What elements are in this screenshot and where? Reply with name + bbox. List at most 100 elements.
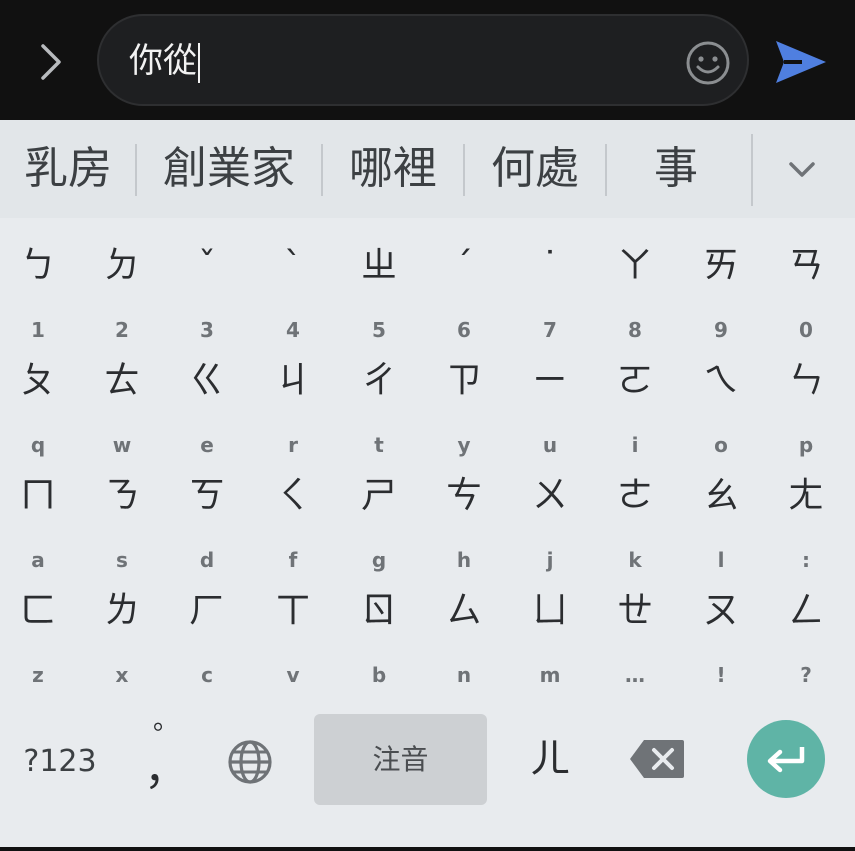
keyboard-key[interactable]: ㄔt: [337, 341, 421, 457]
keyboard-key[interactable]: ㄕg: [337, 456, 421, 572]
keyboard-key[interactable]: ㄛi: [593, 341, 677, 457]
punctuation-key[interactable]: 。 ，: [138, 706, 194, 816]
keyboard-key[interactable]: ㄐr: [251, 341, 335, 457]
globe-icon: [228, 740, 272, 784]
keyboard-key[interactable]: ㄒv: [251, 571, 335, 687]
keyboard-key[interactable]: ㄢ0: [764, 226, 848, 342]
message-input-text[interactable]: 你從: [129, 38, 200, 84]
key-sub-label: d: [199, 548, 215, 572]
key-main-label: ㄍ: [188, 360, 225, 401]
expand-suggestions-button[interactable]: [772, 144, 832, 196]
key-sub-label: p: [798, 433, 814, 457]
keyboard-key[interactable]: ㄥ?: [764, 571, 848, 687]
suggestion-item[interactable]: 何處: [473, 120, 597, 218]
keyboard-key[interactable]: ㄞ9: [679, 226, 763, 342]
key-main-label: ㄟ: [702, 360, 739, 401]
keyboard-key[interactable]: ㄝ…: [593, 571, 677, 687]
keyboard-key[interactable]: ㄊw: [80, 341, 164, 457]
key-main-label: ㄚ: [616, 245, 653, 286]
keyboard-key[interactable]: ㄆq: [0, 341, 80, 457]
key-sub-label: k: [628, 548, 642, 572]
keyboard-key[interactable]: ㄗy: [422, 341, 506, 457]
key-sub-label: z: [32, 663, 44, 687]
symbols-key[interactable]: ?123: [16, 736, 104, 788]
key-main-label: ㄠ: [702, 475, 739, 516]
enter-key[interactable]: [747, 720, 825, 798]
keyboard-key[interactable]: ˊ6: [422, 226, 506, 342]
keyboard-key[interactable]: ㄣp: [764, 341, 848, 457]
keyboard-key[interactable]: ㄅ1: [0, 226, 80, 342]
keyboard-key[interactable]: ㄏc: [165, 571, 249, 687]
key-main-label: ㄅ: [19, 245, 56, 286]
keyboard-key[interactable]: ㄎd: [165, 456, 249, 572]
er-key[interactable]: ㄦ: [510, 728, 590, 790]
keyboard-key[interactable]: ㄉ2: [80, 226, 164, 342]
key-sub-label: 9: [714, 318, 728, 342]
key-main-label: ˋ: [284, 245, 302, 286]
keyboard-key[interactable]: ㄖb: [337, 571, 421, 687]
key-main-label: ㄤ: [787, 475, 824, 516]
keyboard-key[interactable]: ˇ3: [165, 226, 249, 342]
message-input[interactable]: 你從: [97, 14, 749, 106]
keyboard-key[interactable]: ㄧu: [508, 341, 592, 457]
suggestion-item[interactable]: 哪裡: [331, 120, 455, 218]
keyboard-key[interactable]: ㄙn: [422, 571, 506, 687]
keyboard-key[interactable]: ˋ4: [251, 226, 335, 342]
key-main-label: ㄇ: [19, 475, 56, 516]
key-sub-label: r: [288, 433, 298, 457]
keyboard-key[interactable]: ㄤ:: [764, 456, 848, 572]
key-sub-label: t: [374, 433, 384, 457]
keyboard-key[interactable]: ㄇa: [0, 456, 80, 572]
key-main-label: ㄣ: [787, 360, 824, 401]
keyboard-key[interactable]: ㄨj: [508, 456, 592, 572]
key-main-label: ㄓ: [360, 245, 397, 286]
key-main-label: ˇ: [198, 245, 216, 286]
keyboard-key[interactable]: ㄋs: [80, 456, 164, 572]
emoji-button[interactable]: [685, 40, 731, 86]
delete-key[interactable]: [626, 736, 688, 782]
keyboard-key[interactable]: ㄟo: [679, 341, 763, 457]
keyboard-bottom-row: ?123 。 ， 注音 ㄦ: [0, 706, 855, 834]
suggestion-divider: [751, 134, 753, 206]
chevron-down-icon: [789, 162, 815, 177]
key-main-label: ㄛ: [616, 360, 653, 401]
keyboard-key[interactable]: ㄚ8: [593, 226, 677, 342]
key-sub-label: b: [371, 663, 387, 687]
keyboard-key[interactable]: ㄘh: [422, 456, 506, 572]
suggestion-item[interactable]: 創業家: [145, 120, 313, 218]
keyboard-key[interactable]: ㄜk: [593, 456, 677, 572]
space-key[interactable]: 注音: [314, 714, 487, 805]
expand-button[interactable]: [22, 32, 78, 92]
keyboard-key[interactable]: ㄠl: [679, 456, 763, 572]
keyboard-key[interactable]: ㄡ!: [679, 571, 763, 687]
keyboard-key[interactable]: ˙ 7: [508, 226, 592, 342]
key-sub-label: 0: [799, 318, 813, 342]
keyboard-key[interactable]: ㄍe: [165, 341, 249, 457]
key-main-label: ㄘ: [445, 475, 482, 516]
punctuation-key-alt: 。: [152, 706, 179, 736]
send-button[interactable]: [770, 34, 830, 90]
key-sub-label: 2: [115, 318, 129, 342]
keyboard-key[interactable]: ㄑf: [251, 456, 335, 572]
chevron-right-icon: [41, 44, 61, 80]
keyboard-key[interactable]: ㄌx: [80, 571, 164, 687]
language-switch-key[interactable]: [222, 734, 278, 790]
key-sub-label: c: [201, 663, 213, 687]
key-main-label: ㄊ: [103, 360, 140, 401]
key-main-label: ㄞ: [702, 245, 739, 286]
key-main-label: ㄨ: [531, 475, 568, 516]
suggestion-item[interactable]: 乳房: [8, 120, 128, 218]
key-sub-label: e: [200, 433, 214, 457]
keyboard-key[interactable]: ㄓ5: [337, 226, 421, 342]
keyboard-key[interactable]: ㄈz: [0, 571, 80, 687]
key-sub-label: 1: [31, 318, 45, 342]
keyboard-key[interactable]: ㄩm: [508, 571, 592, 687]
key-main-label: ㄡ: [702, 590, 739, 631]
key-sub-label: 6: [457, 318, 471, 342]
suggestion-item[interactable]: 事: [614, 120, 738, 218]
key-main-label: ㄔ: [360, 360, 397, 401]
emoji-smile-icon: [686, 41, 730, 85]
key-main-label: ㄕ: [360, 475, 397, 516]
key-main-label: ㄙ: [445, 590, 482, 631]
key-sub-label: …: [625, 663, 645, 687]
